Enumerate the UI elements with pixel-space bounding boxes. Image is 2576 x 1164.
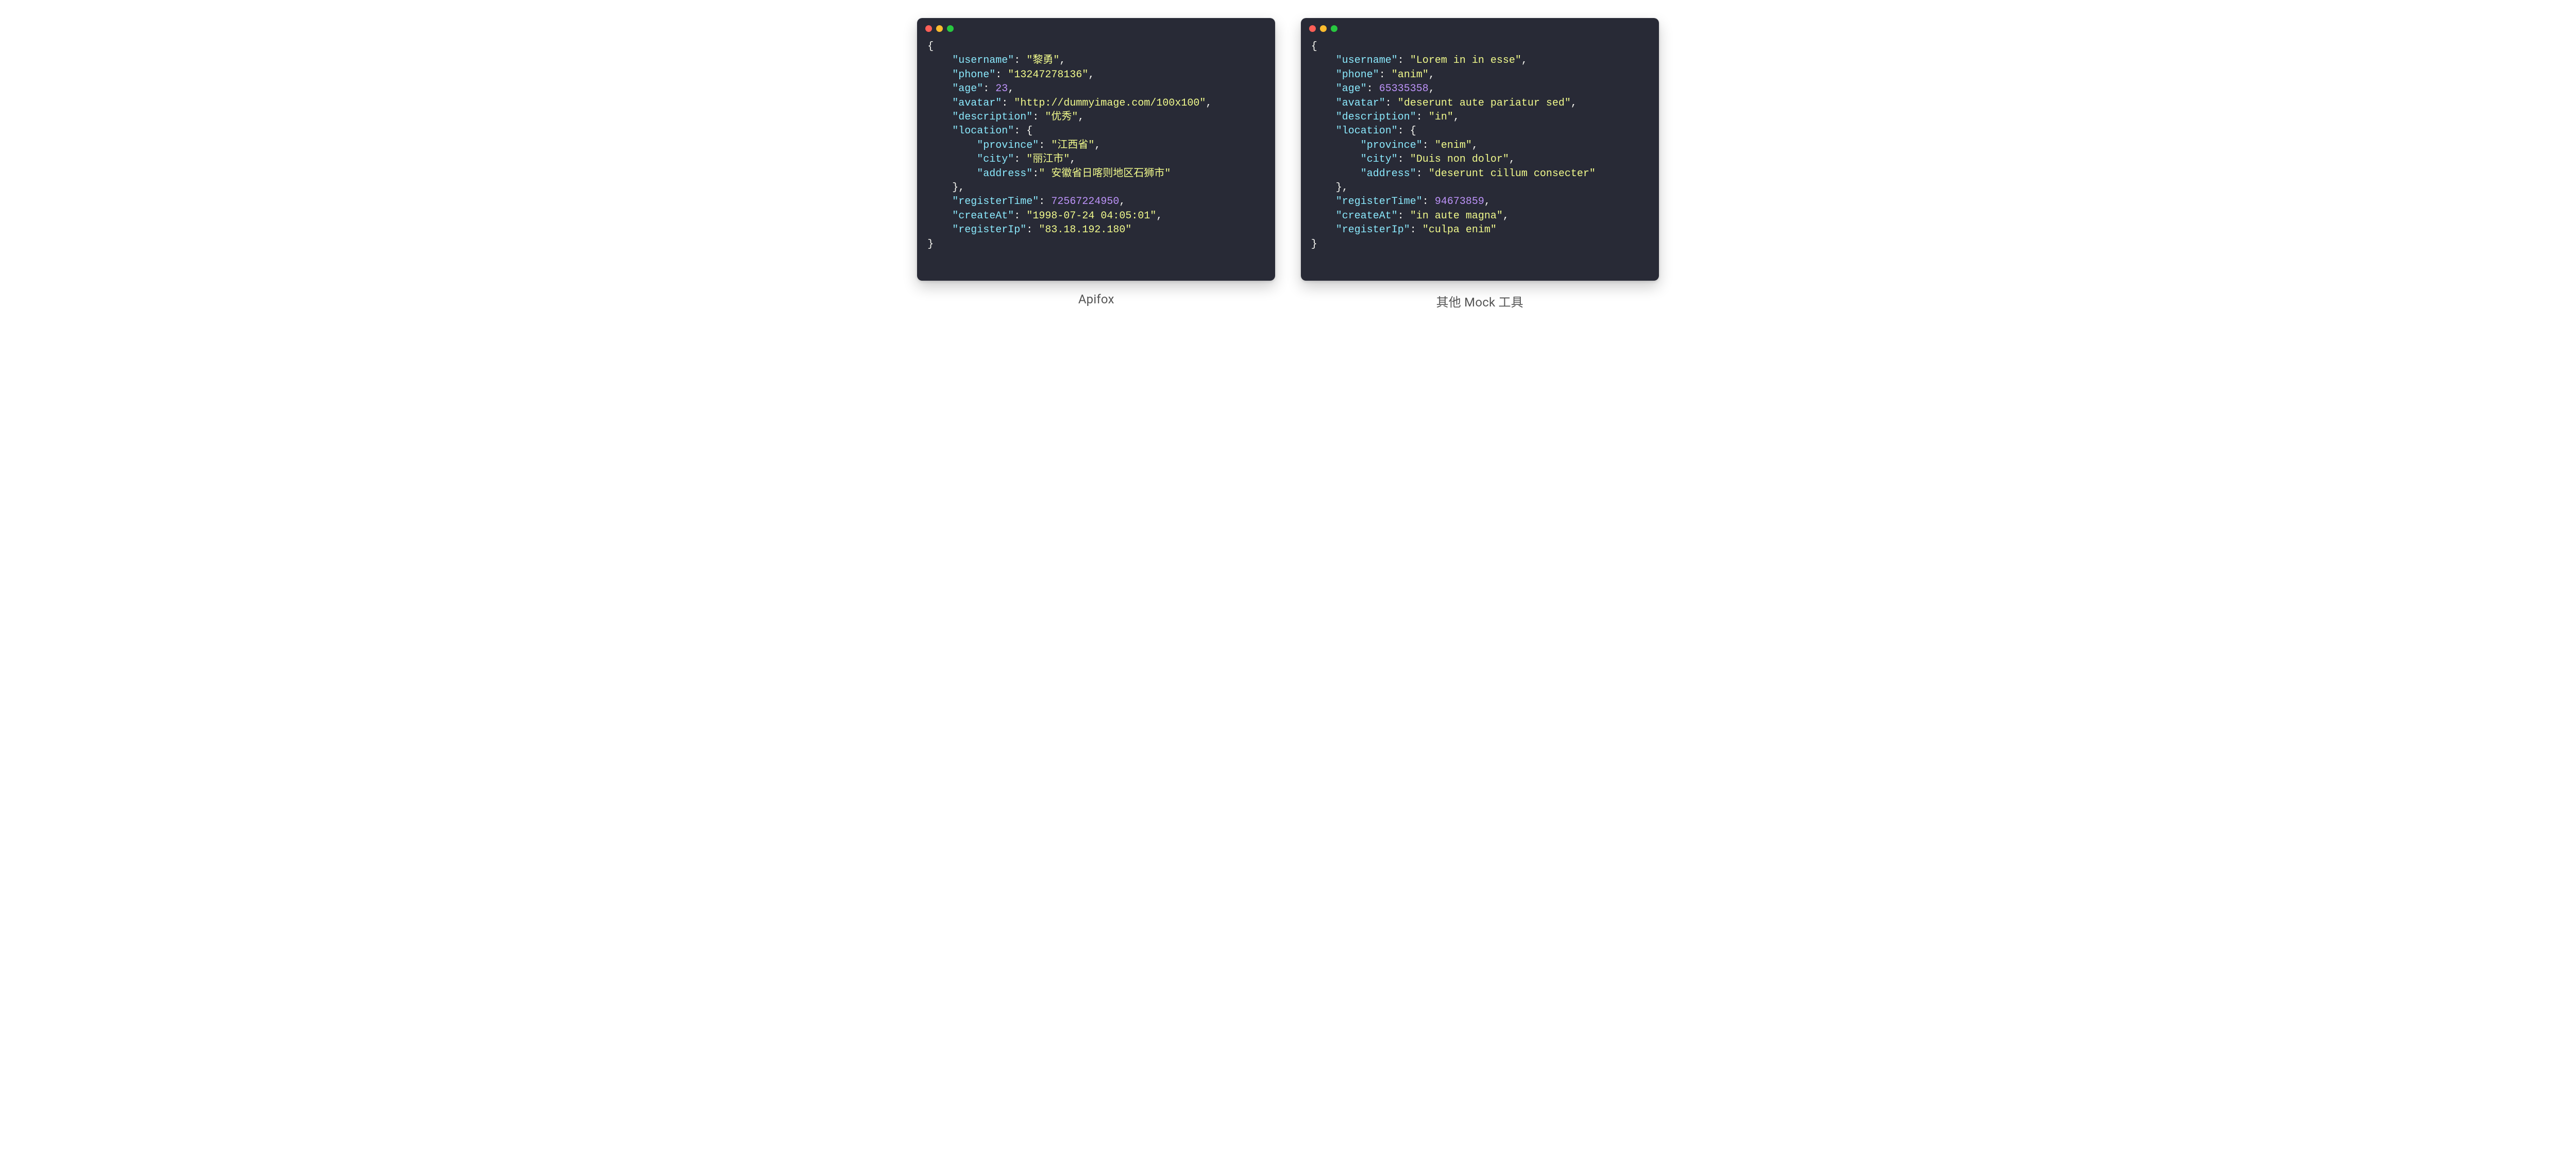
right-username: Lorem in in esse	[1416, 55, 1515, 66]
left-city: 丽江市	[1032, 153, 1063, 165]
right-city: Duis non dolor	[1416, 153, 1503, 165]
zoom-icon	[947, 25, 954, 32]
right-phone: anim	[1398, 69, 1422, 81]
minimize-icon	[1320, 25, 1327, 32]
comparison-stage: { "username": "黎勇", "phone": "1324727813…	[884, 0, 1692, 336]
left-code-window: { "username": "黎勇", "phone": "1324727813…	[917, 18, 1275, 281]
right-column: { "username": "Lorem in in esse", "phone…	[1298, 18, 1662, 320]
right-createAt: in aute magna	[1416, 210, 1497, 222]
left-phone: 13247278136	[1014, 69, 1082, 81]
right-code-window: { "username": "Lorem in in esse", "phone…	[1301, 18, 1659, 281]
right-province: enim	[1441, 140, 1466, 151]
left-registerTime: 72567224950	[1051, 196, 1119, 208]
right-description: in	[1435, 111, 1447, 123]
left-column: { "username": "黎勇", "phone": "1324727813…	[915, 18, 1278, 320]
right-registerIp: culpa enim	[1429, 224, 1490, 236]
left-createAt: 1998-07-24 04:05:01	[1032, 210, 1150, 222]
right-avatar: deserunt aute pariatur sed	[1404, 97, 1565, 109]
left-code-block: { "username": "黎勇", "phone": "1324727813…	[917, 39, 1275, 262]
right-registerTime: 94673859	[1435, 196, 1484, 208]
left-caption: Apifox	[1078, 292, 1114, 306]
left-age: 23	[995, 83, 1008, 95]
close-icon	[1309, 25, 1316, 32]
zoom-icon	[1331, 25, 1337, 32]
close-icon	[925, 25, 932, 32]
minimize-icon	[936, 25, 943, 32]
left-address: 安徽省日喀则地区石狮市	[1045, 168, 1164, 180]
right-address: deserunt cillum consecter	[1435, 168, 1589, 180]
left-description: 优秀	[1051, 111, 1072, 123]
window-titlebar	[917, 18, 1275, 39]
left-province: 江西省	[1057, 140, 1088, 151]
right-code-block: { "username": "Lorem in in esse", "phone…	[1301, 39, 1659, 262]
window-titlebar	[1301, 18, 1659, 39]
left-registerIp: 83.18.192.180	[1045, 224, 1125, 236]
right-caption: 其他 Mock 工具	[1436, 292, 1523, 310]
left-username: 黎勇	[1032, 55, 1053, 66]
left-avatar: http://dummyimage.com/100x100	[1020, 97, 1199, 109]
right-age: 65335358	[1379, 83, 1429, 95]
